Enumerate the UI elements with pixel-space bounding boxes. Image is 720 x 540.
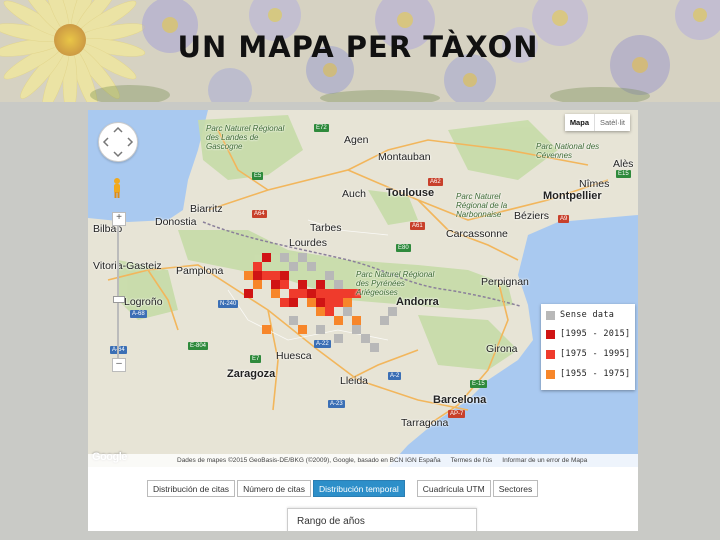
legend-item: Sense data: [546, 309, 614, 321]
map-label-lleida: Lleida: [340, 375, 369, 387]
legend-label: [1995 - 2015]: [560, 329, 631, 339]
pan-arrows-icon: [102, 126, 134, 158]
road-badge: AP-7: [448, 410, 466, 418]
distribution-button[interactable]: Distribución de citas: [147, 480, 236, 497]
map-label-pamplona: Pamplona: [176, 265, 224, 277]
map-view[interactable]: Parc Naturel Régional des Landes de Gasc…: [88, 110, 638, 467]
road-badge: E7: [250, 355, 262, 363]
sectors-button[interactable]: Sectores: [492, 480, 539, 497]
map-label-tarbes: Tarbes: [310, 222, 342, 234]
map-label-agen: Agen: [344, 134, 369, 146]
map-label-donostia: Donostia: [155, 216, 197, 228]
slide-title: UN MAPA PER TÀXON: [177, 30, 539, 64]
map-label-montpellier: Montpellier: [543, 190, 602, 202]
terms-link[interactable]: Termes de l'ús: [446, 457, 498, 464]
road-badge: E80: [396, 244, 411, 252]
road-badge: A62: [428, 178, 443, 186]
zoom-out-button[interactable]: –: [112, 358, 126, 372]
map-label-huesca: Huesca: [276, 350, 312, 362]
year-range-label: Rango de años: [297, 516, 365, 527]
road-badge: A61: [410, 222, 425, 230]
zoom-track[interactable]: [117, 225, 119, 359]
pegman-icon[interactable]: [112, 177, 122, 199]
road-badge: A-68: [130, 310, 147, 318]
map-label-montauban: Montauban: [378, 151, 431, 163]
map-label-zaragoza: Zaragoza: [227, 368, 276, 380]
road-badge: A-2: [388, 372, 402, 380]
legend-swatch: [546, 310, 555, 320]
utm-grid-button[interactable]: Cuadrícula UTM: [416, 480, 491, 497]
road-badge: E15: [616, 170, 631, 178]
map-label-vitoria: Vitoria-Gasteiz: [93, 260, 162, 272]
map-label-girona: Girona: [486, 343, 518, 355]
map-label-carcassonne: Carcassonne: [446, 228, 508, 240]
map-label-barcelona: Barcelona: [433, 394, 487, 406]
road-badge: A-23: [328, 400, 345, 408]
zoom-control: + –: [112, 212, 126, 372]
road-badge: N-240: [218, 300, 239, 308]
map-label-park-cevennes: Parc National des Cévennes: [536, 142, 600, 160]
report-error-link[interactable]: Informar de un error de Mapa: [497, 457, 592, 464]
map-label-tarragona: Tarragona: [401, 417, 449, 429]
road-badge: E-15: [470, 380, 487, 388]
map-label-park-landes: Parc Naturel Régional des Landes de Gasc…: [206, 124, 285, 151]
temporal-distribution-button[interactable]: Distribución temporal: [312, 480, 405, 497]
legend-swatch: [546, 369, 555, 379]
map-label-auch: Auch: [342, 188, 366, 200]
road-badge: A9: [558, 215, 570, 223]
view-toolbar: Distribución de citas Número de citas Di…: [147, 480, 540, 497]
toolbar-gap: [407, 480, 417, 497]
road-badge: A-22: [314, 340, 331, 348]
legend-label: Sense data: [560, 310, 615, 320]
count-button[interactable]: Número de citas: [237, 480, 311, 497]
map-type-satellite-button[interactable]: Satèl·lit: [593, 114, 630, 131]
attribution-text: Dades de mapes ©2015 GeoBasis-DE/BKG (©2…: [177, 457, 441, 464]
legend-swatch: [546, 349, 555, 359]
map-type-map-button[interactable]: Mapa: [564, 114, 594, 131]
map-label-andorra: Andorra: [396, 296, 439, 308]
map-label-lourdes: Lourdes: [289, 237, 327, 249]
legend-swatch: [546, 329, 555, 339]
map-label-toulouse: Toulouse: [386, 187, 435, 199]
legend-label: [1975 - 1995]: [560, 349, 631, 359]
year-range-panel: Rango de años: [287, 508, 477, 531]
legend-item: [1995 - 2015]: [546, 328, 630, 340]
map-label-park-narbonnaise: Parc Naturel Régional de la Narbonnaise: [456, 192, 508, 219]
map-attribution: Dades de mapes ©2015 GeoBasis-DE/BKG (©2…: [88, 454, 638, 467]
road-badge: E72: [314, 124, 329, 132]
road-badge: E5: [252, 172, 264, 180]
map-label-ales: Alès: [613, 158, 634, 170]
map-label-biarritz: Biarritz: [190, 203, 223, 215]
map-label-nimes: Nîmes: [579, 178, 610, 190]
map-label-park-pyrenees: Parc Naturel Régional des Pyrénées Ariég…: [356, 270, 435, 297]
road-badge: E-804: [188, 342, 209, 350]
map-label-beziers: Béziers: [514, 210, 550, 222]
map-label-logrono: Logroño: [124, 296, 163, 308]
map-legend: Sense data [1995 - 2015] [1975 - 1995] […: [541, 304, 635, 390]
legend-item: [1955 - 1975]: [546, 368, 630, 380]
road-badge: A64: [252, 210, 267, 218]
map-label-perpignan: Perpignan: [481, 276, 529, 288]
legend-item: [1975 - 1995]: [546, 348, 630, 360]
map-panel: Parc Naturel Régional des Landes de Gasc…: [88, 110, 638, 531]
pan-control[interactable]: [98, 122, 138, 162]
map-type-control: Mapa Satèl·lit: [564, 114, 630, 131]
legend-label: [1955 - 1975]: [560, 369, 631, 379]
zoom-in-button[interactable]: +: [112, 212, 126, 226]
zoom-slider-handle[interactable]: [113, 296, 125, 303]
